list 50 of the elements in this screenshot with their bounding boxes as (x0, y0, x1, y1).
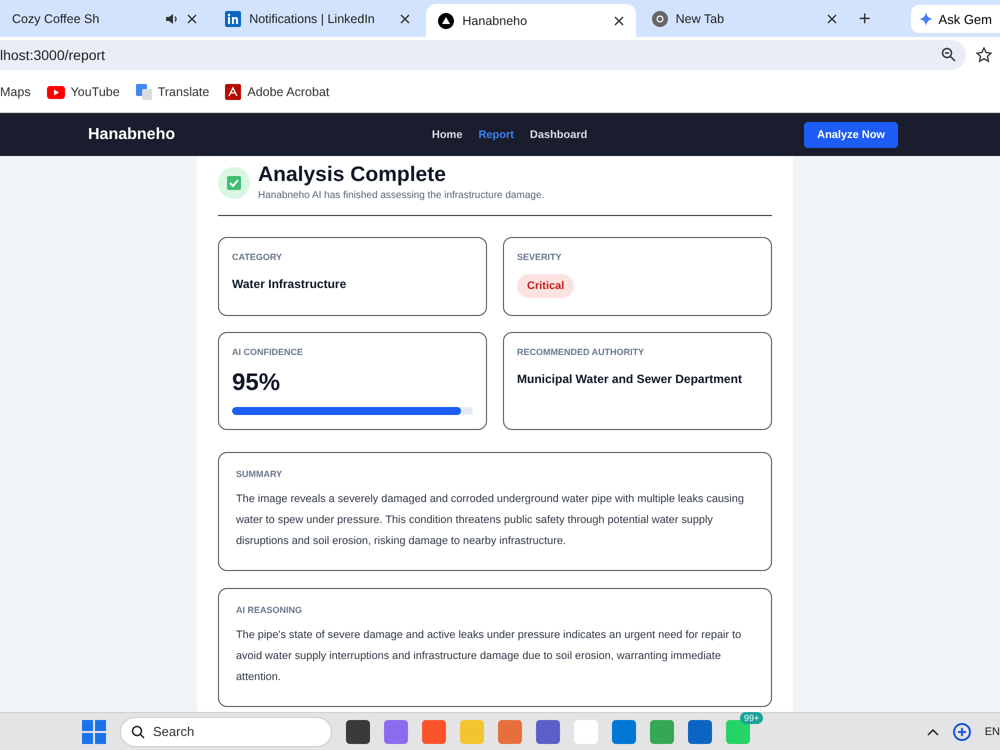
tray-app-icon[interactable] (952, 722, 971, 740)
section-label: AI REASONING (236, 605, 304, 615)
new-tab-button[interactable]: + (852, 8, 876, 31)
windows-logo-icon[interactable] (82, 720, 106, 744)
browser-tab[interactable]: Notifications | LinkedIn (213, 4, 422, 34)
search-field[interactable]: Search (120, 716, 332, 746)
card-label: SEVERITY (517, 252, 562, 262)
nav-link[interactable]: Dashboard (530, 128, 588, 140)
assistant-button[interactable]: Ask Gem (910, 5, 1000, 33)
bookmark[interactable]: YouTube (46, 85, 120, 99)
notification-badge: 99+ (740, 712, 764, 724)
card-value: 95% (232, 369, 280, 397)
close-icon[interactable] (187, 14, 198, 24)
report-subtitle: Hanabneho AI has finished assessing the infrastructure damage. (258, 190, 544, 201)
card-label: RECOMMENDED AUTHORITY (517, 347, 644, 357)
pdf-icon (225, 84, 242, 100)
triangle-logo-icon (438, 12, 454, 28)
browser-tab[interactable]: New Tab (640, 4, 849, 34)
severity-badge: Critical (517, 274, 574, 298)
card-value: Water Infrastructure (232, 277, 346, 291)
card-label: AI CONFIDENCE (232, 347, 304, 357)
report-title: Analysis Complete (258, 163, 447, 187)
zoom-icon[interactable] (941, 47, 956, 62)
language-indicator[interactable]: EN (984, 726, 1000, 738)
nav-link[interactable]: Home (432, 128, 462, 140)
sparkle-icon (918, 12, 933, 26)
section-text: The pipe's state of severe damage and active leaks under pressure indicates an urgent need for repair to avoid water supply interruptions and infrastructure damage due to soil erosion, warranting immediate attention. (236, 628, 742, 685)
analyze-button[interactable]: Analyze Now (804, 122, 898, 148)
close-icon[interactable] (400, 14, 410, 24)
browser-tab[interactable]: Cozy Coffee Sh (0, 4, 210, 34)
card-label: CATEGORY (232, 252, 282, 262)
speaker-icon[interactable] (165, 13, 180, 25)
bookmark[interactable]: Translate (136, 84, 210, 100)
close-icon[interactable] (614, 16, 624, 26)
address-bar[interactable]: lhost:3000/report (0, 40, 966, 70)
translate-icon (136, 84, 152, 100)
star-icon[interactable] (976, 46, 992, 62)
checkmark-icon (218, 167, 250, 199)
card-value: Municipal Water and Sewer Department (517, 372, 742, 386)
bookmark[interactable]: Adobe Acrobat (225, 84, 330, 100)
chevron-up-icon[interactable] (926, 728, 939, 736)
section-label: SUMMARY (236, 469, 284, 479)
browser-tab[interactable]: Hanabneho (426, 4, 636, 37)
play-icon (46, 86, 65, 98)
search-icon (131, 724, 145, 738)
bookmark[interactable]: Maps (0, 85, 31, 99)
nav-link[interactable]: Report (478, 128, 514, 140)
section-text: The image reveals a severely damaged and corroded underground water pipe with multiple leaks causing water to spew under pressure. This condition threatens public safety through potential water supply disruptions and soil erosion, risking damage to nearby infrastructure. (236, 492, 745, 549)
brand-name: Hanabneho (88, 126, 176, 144)
close-icon[interactable] (826, 14, 837, 24)
